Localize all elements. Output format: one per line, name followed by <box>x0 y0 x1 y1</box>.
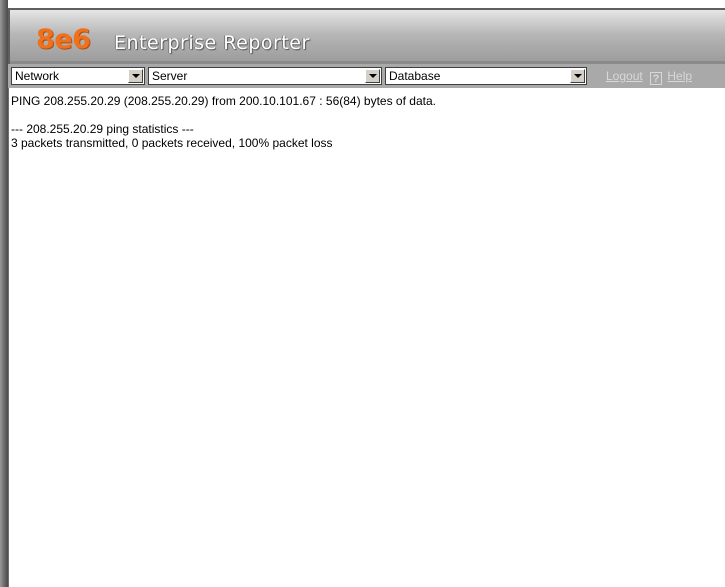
help-link[interactable]: Help <box>667 69 692 83</box>
chevron-down-icon[interactable] <box>365 69 380 83</box>
brand-logo: 8e6 <box>36 24 91 55</box>
server-select[interactable]: Server <box>148 67 382 85</box>
toolbar-links: Logout ? Help <box>606 68 692 85</box>
help-icon[interactable]: ? <box>650 72 663 85</box>
app-window: 8e6 Enterprise Reporter Network Server D… <box>0 0 725 587</box>
chevron-down-icon[interactable] <box>128 69 143 83</box>
network-select-value: Network <box>15 69 60 83</box>
window-left-edge <box>0 0 8 587</box>
chevron-down-icon[interactable] <box>570 69 585 83</box>
toolbar: Network Server Database Logout ? Help <box>8 64 725 88</box>
ping-output-panel: PING 208.255.20.29 (208.255.20.29) from … <box>8 88 725 587</box>
output-line: PING 208.255.20.29 (208.255.20.29) from … <box>11 94 436 108</box>
server-select-value: Server <box>152 69 188 83</box>
network-select[interactable]: Network <box>11 67 145 85</box>
output-line: --- 208.255.20.29 ping statistics --- <box>11 122 194 136</box>
output-line: 3 packets transmitted, 0 packets receive… <box>11 136 333 150</box>
app-header: 8e6 Enterprise Reporter <box>8 8 725 64</box>
database-select[interactable]: Database <box>385 67 587 85</box>
app-title: Enterprise Reporter <box>114 32 310 54</box>
database-select-value: Database <box>389 69 441 83</box>
logout-link[interactable]: Logout <box>606 69 643 83</box>
